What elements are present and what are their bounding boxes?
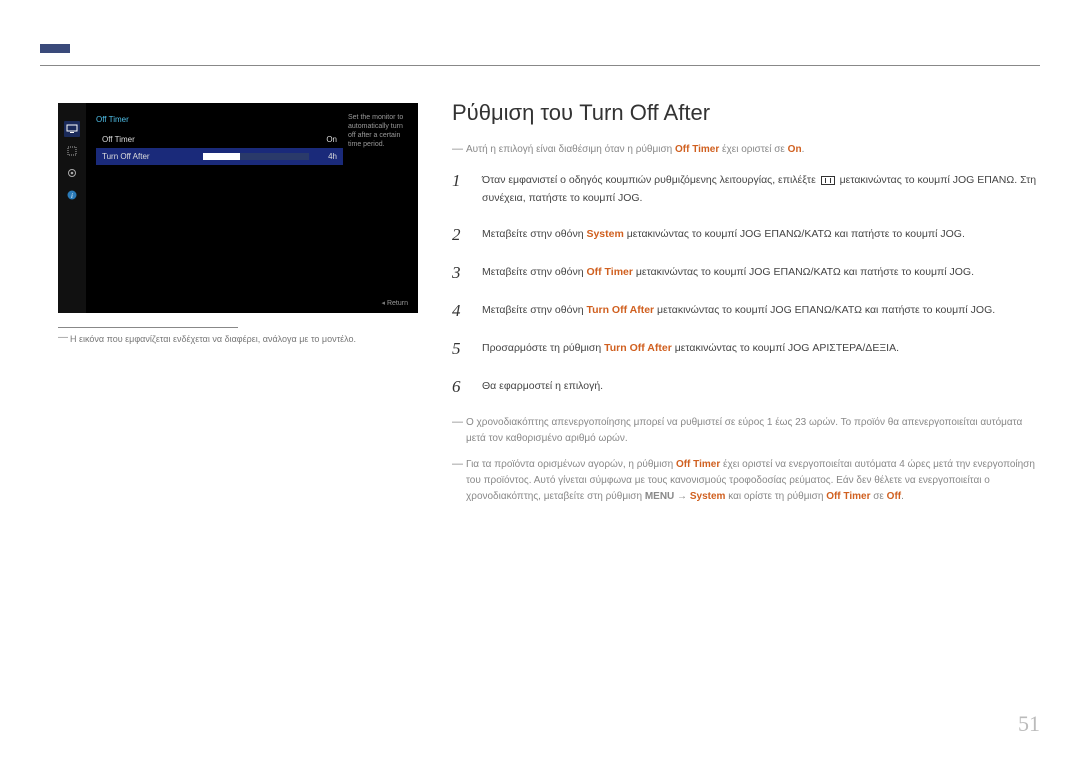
section-marker xyxy=(40,44,70,53)
menu-icon xyxy=(821,176,835,185)
osd-title: Off Timer xyxy=(96,115,129,124)
osd-slider xyxy=(203,153,309,160)
footnotes: Ο χρονοδιακόπτης απενεργοποίησης μπορεί … xyxy=(452,415,1040,505)
osd-return: Return xyxy=(382,299,408,307)
header-rule xyxy=(40,65,1040,66)
osd-row-off-timer: Off Timer On xyxy=(96,131,343,148)
page-number: 51 xyxy=(1018,711,1040,737)
steps-list: 1 Όταν εμφανιστεί ο οδηγός κουμπιών ρυθμ… xyxy=(452,171,1040,397)
step-2: 2 Μεταβείτε στην οθόνη System μετακινώντ… xyxy=(452,225,1040,245)
osd-row-value: On xyxy=(315,135,337,144)
main-content: Ρύθμιση του Turn Off After Αυτή η επιλογ… xyxy=(452,100,1040,515)
footnote-1: Ο χρονοδιακόπτης απενεργοποίησης μπορεί … xyxy=(452,415,1040,447)
osd-description: Set the monitor to automatically turn of… xyxy=(348,113,412,149)
footnote-2: Για τα προϊόντα ορισμένων αγορών, η ρύθμ… xyxy=(452,457,1040,505)
screenshot-caption: Η εικόνα που εμφανίζεται ενδέχεται να δι… xyxy=(58,334,418,344)
osd-row-turn-off-after: Turn Off After 4h xyxy=(96,148,343,165)
step-4: 4 Μεταβείτε στην οθόνη Turn Off After με… xyxy=(452,301,1040,321)
step-6: 6 Θα εφαρμοστεί η επιλογή. xyxy=(452,377,1040,397)
osd-sidebar: i xyxy=(58,103,86,313)
page-title: Ρύθμιση του Turn Off After xyxy=(452,100,1040,126)
gear-icon xyxy=(64,165,80,181)
step-3: 3 Μεταβείτε στην οθόνη Off Timer μετακιν… xyxy=(452,263,1040,283)
caption-rule xyxy=(58,327,238,328)
info-icon: i xyxy=(64,187,80,203)
osd-row-label: Off Timer xyxy=(102,135,197,144)
step-1: 1 Όταν εμφανιστεί ο οδηγός κουμπιών ρυθμ… xyxy=(452,171,1040,207)
step-5: 5 Προσαρμόστε τη ρύθμιση Turn Off After … xyxy=(452,339,1040,359)
monitor-icon xyxy=(64,121,80,137)
osd-screenshot-block: i Off Timer Off Timer On Turn Off After … xyxy=(58,103,418,344)
availability-note: Αυτή η επιλογή είναι διαθέσιμη όταν η ρύ… xyxy=(452,144,1040,155)
osd-row-value: 4h xyxy=(315,152,337,161)
square-icon xyxy=(64,143,80,159)
osd-row-label: Turn Off After xyxy=(102,152,197,161)
svg-text:i: i xyxy=(71,192,73,200)
osd-screenshot: i Off Timer Off Timer On Turn Off After … xyxy=(58,103,418,313)
